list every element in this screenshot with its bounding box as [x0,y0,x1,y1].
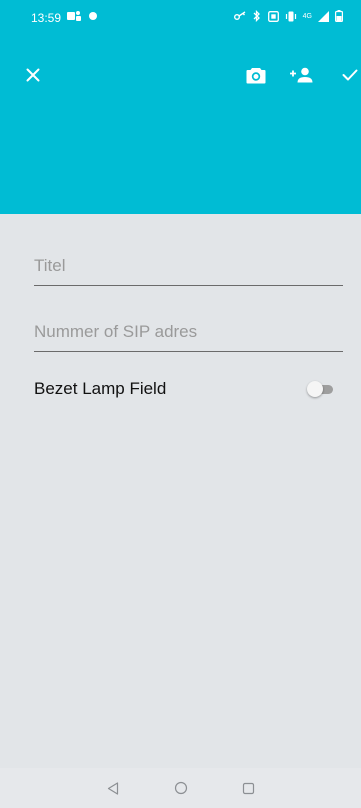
signal-icon [318,10,329,22]
notification-dot-icon [89,12,97,20]
title-input[interactable] [34,246,343,285]
teams-icon [67,11,81,21]
bluetooth-icon [253,10,260,22]
add-person-icon [290,67,313,83]
camera-button[interactable] [242,61,270,89]
key-icon [233,11,246,20]
back-icon [107,781,118,795]
status-time: 13:59 [31,11,62,25]
recents-button[interactable] [239,778,259,798]
number-field-container [34,312,343,352]
home-icon [174,781,187,795]
nfc-icon [267,10,279,22]
busy-lamp-field-label: Bezet Lamp Field [34,379,167,398]
busy-lamp-field-switch[interactable] [307,381,335,397]
camera-icon [246,67,266,83]
add-contact-button[interactable] [288,61,316,89]
vibrate-icon [285,11,296,21]
status-right-icons: 4G [233,10,343,22]
battery-icon [335,10,343,22]
number-input[interactable] [34,312,343,351]
save-button[interactable] [336,61,361,89]
busy-lamp-field-row: Bezet Lamp Field [34,374,335,404]
home-button[interactable] [171,778,191,798]
header: 13:59 4G [0,0,361,214]
status-left-icons [67,10,97,22]
title-field-container [34,246,343,286]
status-bar: 13:59 4G [0,0,361,38]
recents-icon [242,782,255,794]
back-button[interactable] [103,778,123,798]
system-navbar [0,768,361,808]
check-icon [342,69,358,81]
close-button[interactable] [19,61,47,89]
close-icon [26,68,40,82]
switch-thumb [307,381,323,397]
signal-label: 4G [302,12,312,20]
